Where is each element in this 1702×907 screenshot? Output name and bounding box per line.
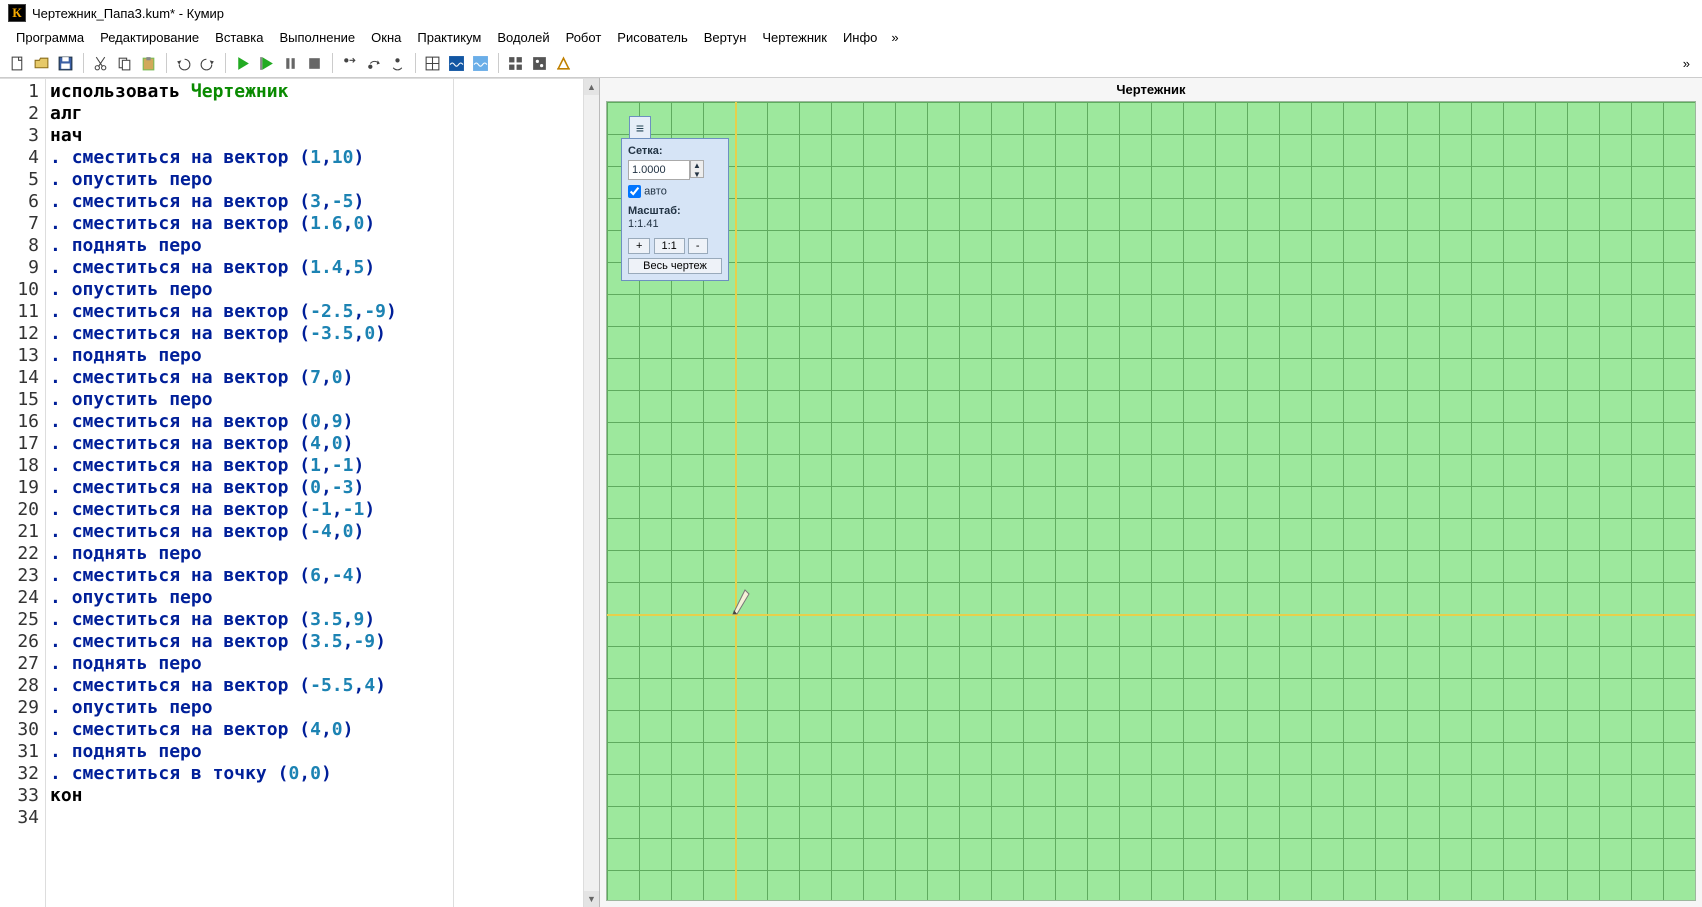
menu-рисователь[interactable]: Рисователь (609, 28, 695, 47)
grid-spinner-icon[interactable]: ▲▼ (690, 160, 704, 178)
menu-окна[interactable]: Окна (363, 28, 409, 47)
separator-icon (332, 53, 333, 73)
menu-вертун[interactable]: Вертун (696, 28, 755, 47)
wave-light-icon[interactable] (469, 52, 491, 74)
vertical-scrollbar[interactable]: ▲ ▼ (583, 79, 599, 907)
panel-2-icon[interactable] (528, 52, 550, 74)
editor-margin (453, 79, 583, 907)
scroll-up-icon[interactable]: ▲ (584, 79, 599, 95)
editor-pane: 1234567891011121314151617181920212223242… (0, 78, 600, 907)
menu-практикум[interactable]: Практикум (409, 28, 489, 47)
drawing-title: Чертежник (600, 78, 1702, 101)
separator-icon (166, 53, 167, 73)
run-icon[interactable] (231, 52, 253, 74)
grid-tool-icon[interactable] (421, 52, 443, 74)
step-out-icon[interactable] (386, 52, 408, 74)
auto-checkbox[interactable] (628, 185, 641, 198)
app-icon: К (8, 4, 26, 22)
new-file-icon[interactable] (6, 52, 28, 74)
title-bar: К Чертежник_Папа3.kum* - Кумир (0, 0, 1702, 26)
scale-label: Масштаб: (628, 205, 722, 217)
window-title: Чертежник_Папа3.kum* - Кумир (32, 6, 224, 21)
menu-bar: ПрограммаРедактированиеВставкаВыполнение… (0, 26, 1702, 49)
separator-icon (498, 53, 499, 73)
pause-icon[interactable] (279, 52, 301, 74)
main-split: 1234567891011121314151617181920212223242… (0, 78, 1702, 907)
step-icon[interactable] (338, 52, 360, 74)
menu-выполнение[interactable]: Выполнение (271, 28, 363, 47)
grid-size-input[interactable]: 1.0000 (628, 160, 690, 180)
drawing-canvas[interactable]: ≡ Сетка: 1.0000▲▼ авто Масштаб: 1:1.41 +… (606, 101, 1696, 901)
menu-программа[interactable]: Программа (8, 28, 92, 47)
scale-value: 1:1.41 (628, 218, 722, 230)
line-number-gutter: 1234567891011121314151617181920212223242… (0, 79, 46, 907)
toolbar: » (0, 49, 1702, 78)
run-blind-icon[interactable] (255, 52, 277, 74)
panel-toggle-icon[interactable]: ≡ (629, 116, 651, 140)
zoom-in-button[interactable]: + (628, 238, 650, 254)
redo-icon[interactable] (196, 52, 218, 74)
undo-icon[interactable] (172, 52, 194, 74)
copy-icon[interactable] (113, 52, 135, 74)
grid-label: Сетка: (628, 145, 663, 157)
menu-overflow-icon[interactable]: » (885, 28, 904, 47)
control-panel: Сетка: 1.0000▲▼ авто Масштаб: 1:1.41 + 1… (621, 138, 729, 281)
separator-icon (83, 53, 84, 73)
auto-label: авто (644, 185, 667, 197)
panel-3-icon[interactable] (552, 52, 574, 74)
panel-1-icon[interactable] (504, 52, 526, 74)
menu-вставка[interactable]: Вставка (207, 28, 271, 47)
code-editor[interactable]: использовать Чертежникалгнач. сместиться… (46, 79, 453, 907)
menu-инфо[interactable]: Инфо (835, 28, 885, 47)
pen-cursor-icon (731, 582, 753, 616)
menu-водолей[interactable]: Водолей (489, 28, 557, 47)
x-axis (607, 614, 1695, 616)
cut-icon[interactable] (89, 52, 111, 74)
open-file-icon[interactable] (30, 52, 52, 74)
wave-dark-icon[interactable] (445, 52, 467, 74)
step-over-icon[interactable] (362, 52, 384, 74)
zoom-reset-button[interactable]: 1:1 (654, 238, 685, 254)
menu-робот[interactable]: Робот (558, 28, 610, 47)
save-file-icon[interactable] (54, 52, 76, 74)
fit-button[interactable]: Весь чертеж (628, 258, 722, 274)
zoom-out-button[interactable]: - (688, 238, 708, 254)
menu-чертежник[interactable]: Чертежник (754, 28, 835, 47)
separator-icon (225, 53, 226, 73)
scroll-down-icon[interactable]: ▼ (584, 891, 599, 907)
menu-редактирование[interactable]: Редактирование (92, 28, 207, 47)
paste-icon[interactable] (137, 52, 159, 74)
toolbar-overflow-icon[interactable]: » (1683, 56, 1690, 71)
drawing-pane: Чертежник ≡ Сетка: 1.0000▲▼ ав (600, 78, 1702, 907)
separator-icon (415, 53, 416, 73)
stop-icon[interactable] (303, 52, 325, 74)
